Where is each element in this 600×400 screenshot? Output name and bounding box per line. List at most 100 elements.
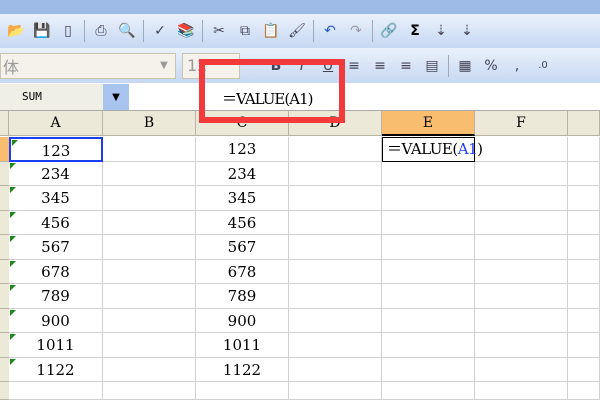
align-right-icon[interactable]: ≡ bbox=[396, 56, 416, 76]
sort-ascending-icon[interactable]: ⇣ bbox=[431, 21, 451, 41]
cell-e4[interactable] bbox=[382, 210, 475, 235]
merge-center-icon[interactable]: ▤ bbox=[422, 56, 442, 76]
cell-d10[interactable] bbox=[289, 357, 382, 382]
row-header-9[interactable] bbox=[0, 333, 9, 358]
cell-d8[interactable] bbox=[289, 308, 382, 333]
menu-bar[interactable] bbox=[0, 0, 600, 14]
cell-f1[interactable] bbox=[475, 137, 568, 162]
cell-c10[interactable]: 1122 bbox=[196, 357, 289, 382]
research-icon[interactable]: 📚 bbox=[176, 21, 196, 41]
cell-c5[interactable]: 567 bbox=[196, 235, 289, 260]
open-icon[interactable]: 📂 bbox=[6, 21, 26, 41]
row-header-10[interactable] bbox=[0, 357, 9, 382]
cell-b2[interactable] bbox=[103, 161, 196, 186]
cell-e1-editor[interactable]: ＝VALUE(A1) bbox=[382, 137, 483, 162]
cell-d1[interactable] bbox=[289, 137, 382, 162]
cell-b8[interactable] bbox=[103, 308, 196, 333]
row-header-3[interactable] bbox=[0, 186, 9, 211]
cell-g8[interactable] bbox=[568, 308, 600, 333]
column-header-b[interactable]: B bbox=[103, 111, 196, 136]
cell-b3[interactable] bbox=[103, 186, 196, 211]
row-header-8[interactable] bbox=[0, 308, 9, 333]
cell-g9[interactable] bbox=[568, 333, 600, 358]
name-box[interactable]: SUM bbox=[0, 84, 103, 110]
hyperlink-icon[interactable]: 🔗 bbox=[379, 21, 399, 41]
cut-icon[interactable]: ✂ bbox=[209, 21, 229, 41]
cell-c1[interactable]: 123 bbox=[196, 137, 289, 162]
cell-g5[interactable] bbox=[568, 235, 600, 260]
undo-icon[interactable]: ↶ bbox=[320, 21, 340, 41]
cell-e5[interactable] bbox=[382, 235, 475, 260]
row-header-6[interactable] bbox=[0, 259, 9, 284]
cell-e9[interactable] bbox=[382, 333, 475, 358]
cell-b5[interactable] bbox=[103, 235, 196, 260]
cell-b10[interactable] bbox=[103, 357, 196, 382]
cell-g7[interactable] bbox=[568, 284, 600, 309]
cell-b1[interactable] bbox=[103, 137, 196, 162]
cell-a8[interactable]: 900 bbox=[9, 308, 103, 333]
redo-icon[interactable]: ↷ bbox=[346, 21, 366, 41]
cell-d4[interactable] bbox=[289, 210, 382, 235]
cell-a1[interactable]: 123 bbox=[9, 137, 103, 162]
cell-b6[interactable] bbox=[103, 259, 196, 284]
cell-e3[interactable] bbox=[382, 186, 475, 211]
cell-c2[interactable]: 234 bbox=[196, 161, 289, 186]
row-header-1[interactable] bbox=[0, 137, 9, 162]
cell-e6[interactable] bbox=[382, 259, 475, 284]
column-header-g[interactable] bbox=[568, 111, 600, 136]
cell-a9[interactable]: 1011 bbox=[9, 333, 103, 358]
row-header-7[interactable] bbox=[0, 284, 9, 309]
cell-c7[interactable]: 789 bbox=[196, 284, 289, 309]
print-preview-icon[interactable]: 🔍 bbox=[117, 21, 137, 41]
cell-b9[interactable] bbox=[103, 333, 196, 358]
row-header-5[interactable] bbox=[0, 235, 9, 260]
format-painter-icon[interactable]: 🖌 bbox=[287, 21, 307, 41]
cell-c9[interactable]: 1011 bbox=[196, 333, 289, 358]
currency-icon[interactable]: ▦ bbox=[455, 56, 475, 76]
cell-f7[interactable] bbox=[475, 284, 568, 309]
cell-g10[interactable] bbox=[568, 357, 600, 382]
permission-icon[interactable]: ▯ bbox=[58, 21, 78, 41]
chevron-down-icon[interactable]: ▼ bbox=[153, 54, 175, 78]
cell-f6[interactable] bbox=[475, 259, 568, 284]
cell-empty[interactable] bbox=[568, 382, 600, 400]
percent-icon[interactable]: % bbox=[481, 56, 501, 76]
cell-e2[interactable] bbox=[382, 161, 475, 186]
cell-d6[interactable] bbox=[289, 259, 382, 284]
cell-empty[interactable] bbox=[103, 382, 196, 400]
row-header-11[interactable] bbox=[0, 382, 9, 400]
spelling-icon[interactable]: ✓ bbox=[150, 21, 170, 41]
cell-a5[interactable]: 567 bbox=[9, 235, 103, 260]
cell-f4[interactable] bbox=[475, 210, 568, 235]
cell-d3[interactable] bbox=[289, 186, 382, 211]
cell-g6[interactable] bbox=[568, 259, 600, 284]
cell-a6[interactable]: 678 bbox=[9, 259, 103, 284]
cell-a3[interactable]: 345 bbox=[9, 186, 103, 211]
cell-d5[interactable] bbox=[289, 235, 382, 260]
cell-f9[interactable] bbox=[475, 333, 568, 358]
cell-empty[interactable] bbox=[475, 382, 568, 400]
cell-f10[interactable] bbox=[475, 357, 568, 382]
copy-icon[interactable]: ⧉ bbox=[235, 21, 255, 41]
corner-select-all[interactable] bbox=[0, 111, 9, 136]
cell-a10[interactable]: 1122 bbox=[9, 357, 103, 382]
column-header-f[interactable]: F bbox=[475, 111, 568, 136]
cell-a2[interactable]: 234 bbox=[9, 161, 103, 186]
cell-f5[interactable] bbox=[475, 235, 568, 260]
cell-a4[interactable]: 456 bbox=[9, 210, 103, 235]
sort-descending-icon[interactable]: ⇣ bbox=[457, 21, 477, 41]
cell-g2[interactable] bbox=[568, 161, 600, 186]
autosum-icon[interactable]: Σ bbox=[405, 21, 425, 41]
cell-e7[interactable] bbox=[382, 284, 475, 309]
name-box-dropdown-icon[interactable]: ▼ bbox=[103, 84, 129, 110]
cell-e10[interactable] bbox=[382, 357, 475, 382]
comma-icon[interactable]: , bbox=[507, 56, 527, 76]
cell-f3[interactable] bbox=[475, 186, 568, 211]
cell-d2[interactable] bbox=[289, 161, 382, 186]
save-icon[interactable]: 💾 bbox=[32, 21, 52, 41]
cell-c3[interactable]: 345 bbox=[196, 186, 289, 211]
align-center-icon[interactable]: ≡ bbox=[370, 56, 390, 76]
cell-f8[interactable] bbox=[475, 308, 568, 333]
cell-g1[interactable] bbox=[568, 137, 600, 162]
cell-d9[interactable] bbox=[289, 333, 382, 358]
